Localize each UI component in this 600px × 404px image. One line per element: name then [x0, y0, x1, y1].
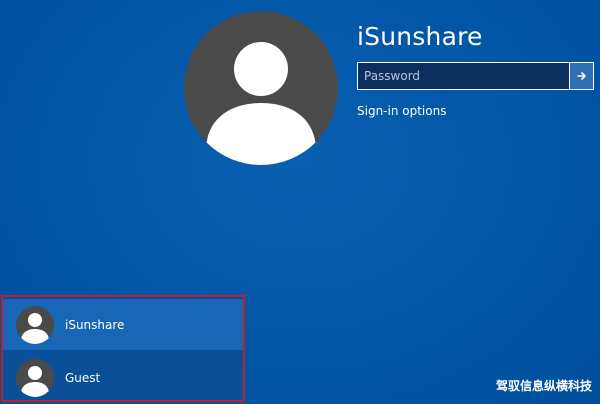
- user-avatar-small: [16, 305, 54, 344]
- user-avatar-small: [16, 358, 54, 397]
- user-silhouette-icon: [206, 42, 316, 165]
- user-list-item-label: iSunshare: [65, 317, 125, 332]
- arrow-right-icon: [576, 72, 586, 80]
- watermark-text: 驾驭信息纵横科技: [495, 379, 592, 393]
- user-silhouette-icon: [21, 365, 49, 397]
- account-username: iSunshare: [357, 22, 483, 51]
- password-input[interactable]: [358, 63, 569, 89]
- user-list-item-guest[interactable]: Guest: [3, 352, 243, 403]
- user-silhouette-icon: [21, 312, 49, 344]
- submit-password-button[interactable]: [569, 63, 593, 89]
- lock-screen-background: iSunshare Sign-in options iSunshare Gues…: [0, 0, 600, 404]
- user-list-item-isunshare[interactable]: iSunshare: [3, 299, 243, 350]
- user-avatar-large: [184, 11, 338, 165]
- sign-in-options-link[interactable]: Sign-in options: [357, 104, 446, 118]
- user-list-item-label: Guest: [65, 370, 101, 385]
- password-field-container: [357, 62, 594, 90]
- user-switch-list: iSunshare Guest: [1, 295, 245, 402]
